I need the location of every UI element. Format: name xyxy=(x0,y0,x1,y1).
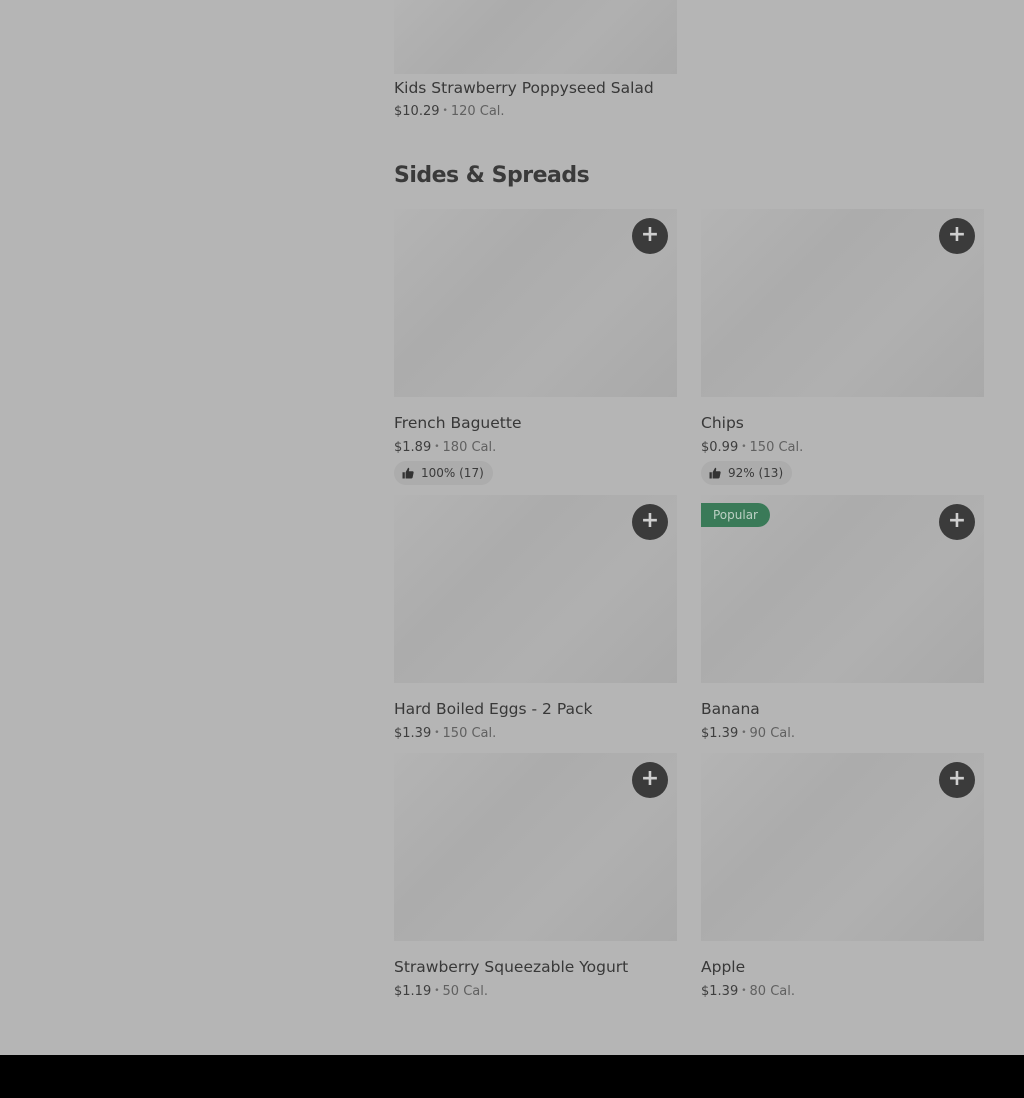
item-name: French Baguette xyxy=(394,414,522,432)
menu-item-card-kids-salad[interactable]: Kids Strawberry Poppyseed Salad $10.29 • 1… xyxy=(394,0,677,119)
item-price: $1.39 xyxy=(701,984,739,999)
item-image[interactable] xyxy=(394,0,677,74)
item-calories: 150 Cal. xyxy=(442,726,497,741)
rating-pill: 92% (13) xyxy=(701,461,793,485)
item-meta: $1.39 • 150 Cal. xyxy=(394,724,496,743)
item-image[interactable]: + xyxy=(394,209,677,397)
separator-dot: • xyxy=(442,106,448,116)
menu-item-card[interactable]: Popular + Banana $1.39 • 90 Cal. xyxy=(701,495,984,741)
item-price: $1.39 xyxy=(394,726,432,741)
menu-item-card[interactable]: + Strawberry Squeezable Yogurt $1.19 • 50 … xyxy=(394,753,677,999)
item-image[interactable]: Popular + xyxy=(701,495,984,683)
plus-icon: + xyxy=(640,508,660,533)
separator-dot: • xyxy=(741,442,747,452)
item-name: Apple xyxy=(701,958,746,976)
thumbs-up-icon xyxy=(709,467,721,479)
menu-item-card[interactable]: + Apple $1.39 • 80 Cal. xyxy=(701,753,984,999)
item-price: $1.89 xyxy=(394,440,432,455)
item-image[interactable]: + xyxy=(701,753,984,941)
menu-item-card[interactable]: + Hard Boiled Eggs - 2 Pack $1.39 • 150 Ca… xyxy=(394,495,677,741)
item-name: Hard Boiled Eggs - 2 Pack xyxy=(394,700,593,718)
item-name: Kids Strawberry Poppyseed Salad xyxy=(394,79,654,97)
plus-icon: + xyxy=(947,766,967,791)
item-image[interactable]: + xyxy=(701,209,984,397)
thumbs-up-icon xyxy=(402,467,414,479)
plus-icon: + xyxy=(640,766,660,791)
rating-pill: 100% (17) xyxy=(394,461,493,485)
separator-dot: • xyxy=(434,728,440,738)
item-meta: $1.19 • 50 Cal. xyxy=(394,982,488,1001)
footer-bar xyxy=(0,1055,1024,1098)
add-to-cart-button[interactable]: + xyxy=(939,762,975,798)
item-price: $0.99 xyxy=(701,440,739,455)
item-calories: 80 Cal. xyxy=(749,984,795,999)
add-to-cart-button[interactable]: + xyxy=(632,762,668,798)
item-meta: $1.39 • 90 Cal. xyxy=(701,724,795,743)
add-to-cart-button[interactable]: + xyxy=(939,218,975,254)
item-calories: 120 Cal. xyxy=(450,104,505,119)
item-calories: 50 Cal. xyxy=(442,984,488,999)
separator-dot: • xyxy=(741,986,747,996)
add-to-cart-button[interactable]: + xyxy=(632,218,668,254)
item-image[interactable]: + xyxy=(394,495,677,683)
item-calories: 180 Cal. xyxy=(442,440,497,455)
item-meta: $1.39 • 80 Cal. xyxy=(701,982,795,1001)
item-meta: $0.99 • 150 Cal. xyxy=(701,438,803,457)
add-to-cart-button[interactable]: + xyxy=(939,504,975,540)
menu-page: Kids Strawberry Poppyseed Salad $10.29 • 1… xyxy=(0,0,1024,1098)
plus-icon: + xyxy=(640,222,660,247)
separator-dot: • xyxy=(741,728,747,738)
menu-item-card[interactable]: + Chips $0.99 • 150 Cal. 92% (13) xyxy=(701,209,984,485)
item-name: Banana xyxy=(701,700,760,718)
item-price: $10.29 xyxy=(394,104,440,119)
item-meta: $10.29 • 120 Cal. xyxy=(394,102,505,121)
popular-badge: Popular xyxy=(701,503,770,527)
item-image[interactable]: + xyxy=(394,753,677,941)
item-price: $1.39 xyxy=(701,726,739,741)
item-meta: $1.89 • 180 Cal. xyxy=(394,438,496,457)
item-calories: 150 Cal. xyxy=(749,440,804,455)
separator-dot: • xyxy=(434,986,440,996)
add-to-cart-button[interactable]: + xyxy=(632,504,668,540)
item-name: Chips xyxy=(701,414,744,432)
item-price: $1.19 xyxy=(394,984,432,999)
plus-icon: + xyxy=(947,508,967,533)
menu-item-card[interactable]: + French Baguette $1.89 • 180 Cal. 100% (1… xyxy=(394,209,677,485)
item-calories: 90 Cal. xyxy=(749,726,795,741)
item-name: Strawberry Squeezable Yogurt xyxy=(394,958,629,976)
rating-text: 92% (13) xyxy=(728,466,784,480)
section-title: Sides & Spreads xyxy=(394,163,590,188)
plus-icon: + xyxy=(947,222,967,247)
separator-dot: • xyxy=(434,442,440,452)
rating-text: 100% (17) xyxy=(421,466,484,480)
